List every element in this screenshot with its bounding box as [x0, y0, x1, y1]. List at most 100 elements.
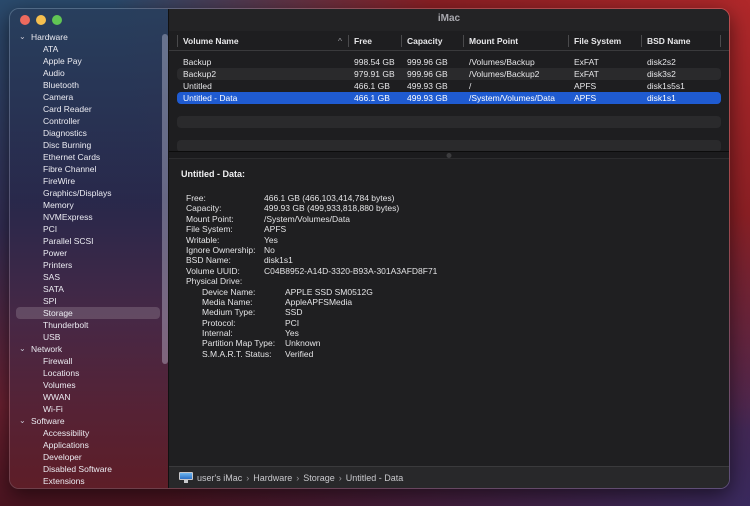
- detail-field: Medium Type: SSD: [181, 307, 717, 317]
- sidebar-item-graphics-displays[interactable]: Graphics/Displays: [10, 187, 162, 199]
- sidebar-item-camera[interactable]: Camera: [10, 91, 162, 103]
- column-header-volume-name[interactable]: Volume Name ^: [177, 31, 348, 50]
- cell-capacity: 999.96 GB: [407, 69, 448, 79]
- close-button[interactable]: [20, 15, 30, 25]
- sidebar-item-accessibility[interactable]: Accessibility: [10, 427, 162, 439]
- sidebar-item-thunderbolt[interactable]: Thunderbolt: [10, 319, 162, 331]
- sidebar-item-power[interactable]: Power: [10, 247, 162, 259]
- chevron-down-icon[interactable]: ⌄: [19, 343, 31, 355]
- field-label: Medium Type:: [202, 307, 256, 318]
- detail-pane: Untitled - Data: Free: 466.1 GB (466,103,…: [169, 159, 729, 466]
- detail-field: Mount Point: /System/Volumes/Data: [181, 214, 717, 224]
- field-label: Media Name:: [202, 296, 253, 307]
- chevron-down-icon[interactable]: ⌄: [19, 31, 31, 43]
- detail-field: File System: APFS: [181, 224, 717, 234]
- window-controls: [20, 15, 62, 25]
- sidebar-item-sas[interactable]: SAS: [10, 271, 162, 283]
- sidebar-scrollbar[interactable]: [162, 34, 168, 364]
- sidebar-item-spi[interactable]: SPI: [10, 295, 162, 307]
- sidebar-item-audio[interactable]: Audio: [10, 67, 162, 79]
- maximize-button[interactable]: [52, 15, 62, 25]
- sidebar-item-printers[interactable]: Printers: [10, 259, 162, 271]
- sidebar-item-volumes[interactable]: Volumes: [10, 379, 162, 391]
- minimize-button[interactable]: [36, 15, 46, 25]
- column-separator: [348, 35, 349, 47]
- field-value: APPLE SSD SM0512G: [285, 286, 373, 297]
- column-label: Volume Name: [183, 36, 239, 46]
- sidebar-group-network[interactable]: ⌄ Network: [10, 343, 162, 355]
- sidebar-item-nvmexpress[interactable]: NVMExpress: [10, 211, 162, 223]
- sidebar-group-label: Software: [31, 416, 65, 426]
- sidebar-item-firewire[interactable]: FireWire: [10, 175, 162, 187]
- column-header-file-system[interactable]: File System: [568, 31, 641, 50]
- cell-bsd: disk3s2: [647, 69, 676, 79]
- breadcrumb-item[interactable]: Storage: [303, 473, 335, 483]
- breadcrumb-item[interactable]: user's iMac: [197, 473, 242, 483]
- sidebar-item-bluetooth[interactable]: Bluetooth: [10, 79, 162, 91]
- column-label: BSD Name: [647, 36, 691, 46]
- sidebar-group-software[interactable]: ⌄ Software: [10, 415, 162, 427]
- detail-field: Device Name: APPLE SSD SM0512G: [181, 287, 717, 297]
- breadcrumb-item[interactable]: Hardware: [253, 473, 292, 483]
- table-row[interactable]: Untitled 466.1 GB 499.93 GB / APFS disk1s5s1: [177, 80, 721, 92]
- chevron-down-icon[interactable]: ⌄: [19, 415, 31, 427]
- table-row[interactable]: Untitled - Data 466.1 GB 499.93 GB/System/…: [177, 92, 721, 104]
- column-separator: [568, 35, 569, 47]
- path-bar: user's iMac › Hardware › Storage › Untitled - …: [169, 466, 729, 488]
- sidebar-item-controller[interactable]: Controller: [10, 115, 162, 127]
- chevron-right-icon: ›: [246, 472, 250, 483]
- column-header-free[interactable]: Free: [348, 31, 401, 50]
- empty-row: [177, 116, 721, 128]
- field-label: Volume UUID:: [186, 265, 240, 276]
- cell-bsd: disk2s2: [647, 57, 676, 67]
- sidebar-item-firewall[interactable]: Firewall: [10, 355, 162, 367]
- cell-capacity: 999.96 GB: [407, 57, 448, 67]
- split-view-divider[interactable]: [169, 151, 729, 159]
- column-separator: [720, 35, 721, 47]
- imac-icon: [179, 472, 193, 483]
- sidebar-item-apple-pay[interactable]: Apple Pay: [10, 55, 162, 67]
- sidebar-item-card-reader[interactable]: Card Reader: [10, 103, 162, 115]
- sidebar-item-wwan[interactable]: WWAN: [10, 391, 162, 403]
- detail-title: Untitled - Data:: [181, 169, 245, 179]
- column-separator: [641, 35, 642, 47]
- field-value: AppleAPFSMedia: [285, 296, 353, 307]
- detail-field: Protocol: PCI: [181, 318, 717, 328]
- sidebar-item-storage[interactable]: Storage: [16, 307, 160, 319]
- sidebar-item-usb[interactable]: USB: [10, 331, 162, 343]
- cell-free: 466.1 GB: [354, 93, 390, 103]
- column-header-bsd-name[interactable]: BSD Name: [641, 31, 721, 50]
- cell-free: 998.54 GB: [354, 57, 395, 67]
- sidebar-item-locations[interactable]: Locations: [10, 367, 162, 379]
- cell-capacity: 499.93 GB: [407, 93, 448, 103]
- sidebar-item-developer[interactable]: Developer: [10, 451, 162, 463]
- cell-fs: ExFAT: [574, 57, 599, 67]
- divider-handle-icon[interactable]: [446, 153, 452, 158]
- field-label: Ignore Ownership:: [186, 244, 256, 255]
- sidebar-group-hardware[interactable]: ⌄ Hardware: [10, 31, 162, 43]
- cell-mount: /System/Volumes/Data: [469, 93, 555, 103]
- sidebar-item-ethernet-cards[interactable]: Ethernet Cards: [10, 151, 162, 163]
- sidebar-item-fibre-channel[interactable]: Fibre Channel: [10, 163, 162, 175]
- sidebar-item-ata[interactable]: ATA: [10, 43, 162, 55]
- sidebar-item-applications[interactable]: Applications: [10, 439, 162, 451]
- sidebar-item-sata[interactable]: SATA: [10, 283, 162, 295]
- field-label: File System:: [186, 224, 233, 235]
- sidebar-item-wi-fi[interactable]: Wi-Fi: [10, 403, 162, 415]
- sidebar-item-parallel-scsi[interactable]: Parallel SCSI: [10, 235, 162, 247]
- cell-name: Backup2: [183, 69, 217, 79]
- column-header-mount-point[interactable]: Mount Point: [463, 31, 568, 50]
- table-row[interactable]: Backup 998.54 GB 999.96 GB/Volumes/Backup E…: [177, 56, 721, 68]
- cell-bsd: disk1s1: [647, 93, 676, 103]
- sidebar-item-disc-burning[interactable]: Disc Burning: [10, 139, 162, 151]
- table-row[interactable]: Backup2 979.91 GB 999.96 GB/Volumes/Backup…: [177, 68, 721, 80]
- sidebar-item-pci[interactable]: PCI: [10, 223, 162, 235]
- detail-field: Partition Map Type: Unknown: [181, 338, 717, 348]
- sidebar-item-diagnostics[interactable]: Diagnostics: [10, 127, 162, 139]
- breadcrumb-item[interactable]: Untitled - Data: [346, 473, 404, 483]
- column-header-capacity[interactable]: Capacity: [401, 31, 463, 50]
- sidebar-item-disabled-software[interactable]: Disabled Software: [10, 463, 162, 475]
- system-information-window: ⌄ Hardware ATA Apple Pay Audio Bluetooth Camer…: [9, 8, 730, 489]
- sidebar-item-extensions[interactable]: Extensions: [10, 475, 162, 487]
- sidebar-item-memory[interactable]: Memory: [10, 199, 162, 211]
